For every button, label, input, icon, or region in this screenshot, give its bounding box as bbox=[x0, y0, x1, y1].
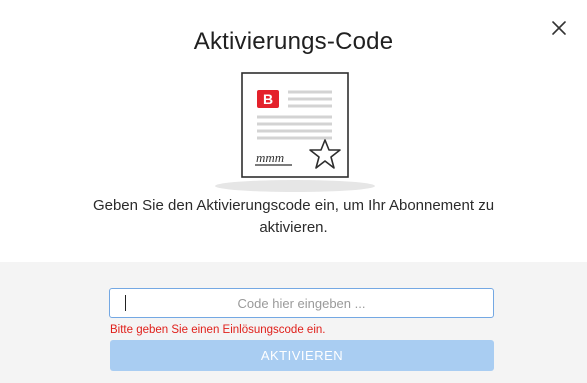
badge-letter: B bbox=[263, 91, 273, 107]
dialog-title: Aktivierungs-Code bbox=[193, 28, 394, 55]
signature: mmm bbox=[256, 150, 284, 165]
text-cursor bbox=[125, 295, 126, 311]
activate-button[interactable]: AKTIVIEREN bbox=[110, 340, 494, 371]
activation-code-input[interactable] bbox=[109, 288, 494, 318]
activation-form: Bitte geben Sie einen Einlösungscode ein… bbox=[0, 262, 587, 383]
dialog-description: Geben Sie den Aktivierungscode ein, um I… bbox=[92, 197, 495, 236]
activation-dialog: Aktivierungs-Code B mmm Geben Sie den Ak… bbox=[0, 0, 587, 383]
error-message: Bitte geben Sie einen Einlösungscode ein… bbox=[110, 324, 326, 336]
certificate-icon: B mmm bbox=[215, 72, 375, 192]
certificate-illustration: B mmm bbox=[210, 70, 380, 195]
